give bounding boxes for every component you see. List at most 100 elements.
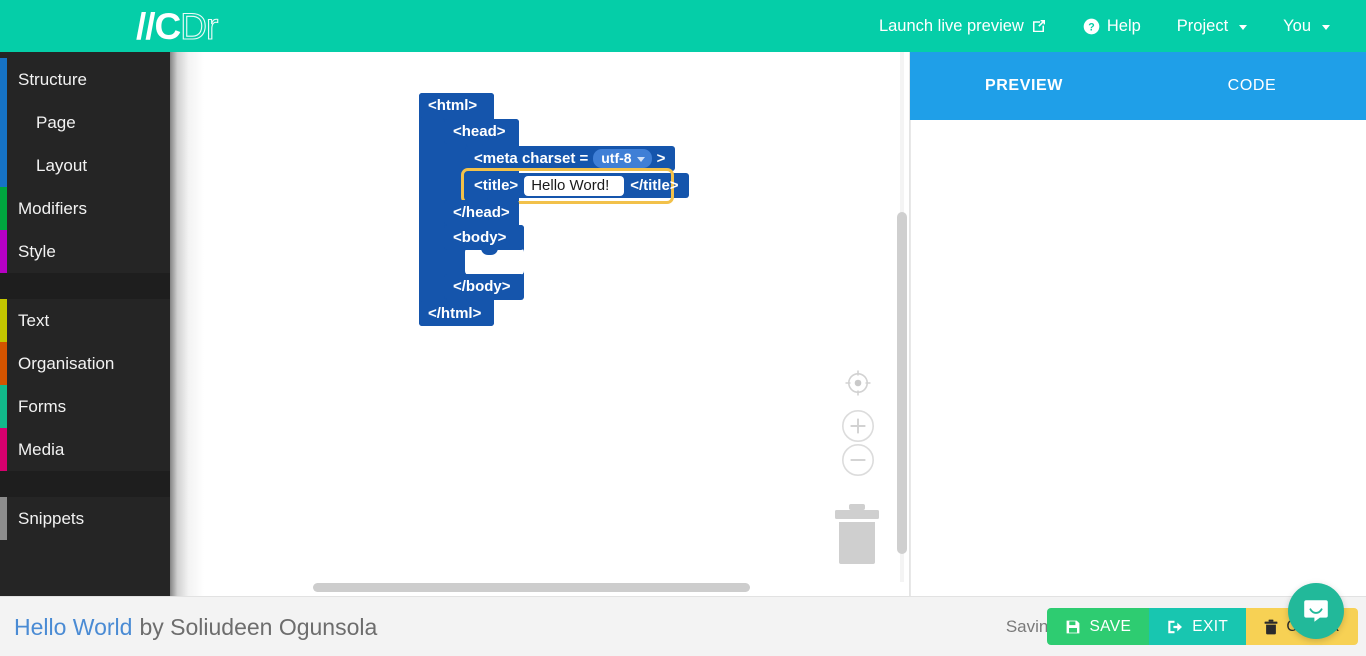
sidebar-item-label: Layout: [36, 155, 88, 175]
block-meta-close: >: [656, 150, 666, 167]
nav-launch-live-preview[interactable]: Launch live preview: [861, 0, 1065, 52]
block-html-close[interactable]: </html>: [419, 301, 494, 326]
trash-icon: [1264, 619, 1278, 635]
block-html-open[interactable]: <html>: [419, 93, 494, 118]
canvas-horizontal-scrollbar[interactable]: [313, 583, 750, 592]
save-button[interactable]: SAVE: [1047, 608, 1150, 645]
sidebar-item-page[interactable]: Page: [0, 101, 170, 144]
bottom-action-bar: Hello World by Soliudeen Ogunsola Saving…: [0, 596, 1366, 656]
sidebar-accent-bar: [0, 497, 7, 540]
block-head-open-label: <head>: [453, 123, 506, 140]
sidebar-item-modifiers[interactable]: Modifiers: [0, 187, 170, 230]
chevron-down-icon: [636, 156, 645, 162]
sidebar-item-label: Structure: [18, 69, 87, 89]
sidebar-accent-bar: [0, 58, 7, 101]
save-button-label: SAVE: [1089, 617, 1132, 635]
sidebar-item-media[interactable]: Media: [0, 428, 170, 471]
sidebar-accent-bar: [0, 101, 7, 144]
zoom-in-button[interactable]: [841, 409, 875, 443]
top-navigation: Launch live preview ? Help Project You: [861, 0, 1366, 52]
nav-help-label: Help: [1106, 16, 1141, 35]
sidebar-accent-bar: [0, 230, 7, 273]
project-title: Hello World by Soliudeen Ogunsola: [14, 597, 377, 656]
nav-help[interactable]: ? Help: [1065, 0, 1159, 52]
block-body-open-label: <body>: [453, 229, 507, 246]
sidebar-divider: [0, 471, 170, 497]
exit-button[interactable]: EXIT: [1149, 608, 1247, 645]
block-body-close[interactable]: </body>: [444, 274, 524, 299]
sidebar-item-layout[interactable]: Layout: [0, 144, 170, 187]
block-title-open: <title>: [474, 177, 519, 194]
external-link-icon: [1031, 18, 1047, 34]
canvas-trash-button[interactable]: [830, 502, 884, 564]
chevron-down-icon: [1322, 24, 1330, 30]
logo-primary-text: //C: [136, 5, 181, 47]
block-meta-label: <meta charset =: [474, 150, 589, 167]
sidebar-item-forms[interactable]: Forms: [0, 385, 170, 428]
charset-dropdown[interactable]: utf-8: [593, 149, 652, 168]
sidebar-item-style[interactable]: Style: [0, 230, 170, 273]
nav-you-label: You: [1283, 16, 1311, 35]
sidebar-item-label: Modifiers: [18, 198, 87, 218]
sidebar-accent-bar: [0, 428, 7, 471]
project-author: by Soliudeen Ogunsola: [139, 613, 378, 640]
app-logo[interactable]: //C Dr: [136, 0, 219, 52]
question-circle-icon: ?: [1083, 18, 1100, 35]
app-root: //C Dr Launch live preview ? Help Projec…: [0, 0, 1366, 656]
block-head-close-label: </head>: [453, 204, 510, 221]
title-text-input[interactable]: Hello Word!: [524, 175, 625, 196]
chevron-down-icon: [1239, 24, 1248, 30]
sidebar-item-structure[interactable]: Structure: [0, 58, 170, 101]
block-body-close-label: </body>: [453, 278, 511, 295]
left-sidebar: Structure Page Layout Modifiers Style Te…: [0, 52, 170, 596]
chat-launcher-button[interactable]: [1288, 583, 1344, 639]
sidebar-item-text[interactable]: Text: [0, 299, 170, 342]
center-canvas-icon: [845, 370, 871, 396]
sidebar-item-label: Text: [18, 310, 50, 330]
tab-preview-label: PREVIEW: [985, 77, 1063, 94]
zoom-out-icon: [842, 444, 874, 476]
block-title[interactable]: <title> Hello Word! </title>: [465, 173, 689, 198]
exit-button-label: EXIT: [1192, 617, 1229, 635]
sidebar-item-label: Style: [18, 241, 56, 261]
top-header-bar: //C Dr Launch live preview ? Help Projec…: [0, 0, 1366, 52]
sidebar-divider: [0, 273, 170, 299]
sidebar-accent-bar: [0, 144, 7, 187]
block-meta-charset[interactable]: <meta charset = utf-8 >: [465, 146, 676, 171]
block-canvas[interactable]: <html> <head> <meta charset = utf-8 > <t…: [170, 52, 910, 596]
block-head-close[interactable]: </head>: [444, 200, 519, 225]
chat-bubble-icon: [1304, 600, 1328, 622]
center-canvas-button[interactable]: [843, 368, 873, 398]
tab-code[interactable]: CODE: [1138, 52, 1366, 120]
block-body-open[interactable]: <body>: [444, 225, 524, 250]
live-preview-frame[interactable]: [910, 120, 1366, 596]
sidebar-accent-bar: [0, 299, 7, 342]
nav-project-label: Project: [1176, 16, 1229, 35]
zoom-out-button[interactable]: [841, 443, 875, 477]
trash-icon: [835, 504, 879, 564]
block-head-open[interactable]: <head>: [444, 119, 519, 144]
block-html-close-label: </html>: [428, 305, 482, 322]
sidebar-item-label: Organisation: [18, 353, 115, 373]
sidebar-item-organisation[interactable]: Organisation: [0, 342, 170, 385]
nav-you[interactable]: You: [1265, 0, 1348, 52]
floppy-disk-icon: [1065, 619, 1081, 635]
sidebar-item-label: Forms: [18, 396, 67, 416]
svg-text:?: ?: [1088, 21, 1094, 33]
project-name[interactable]: Hello World: [14, 614, 132, 641]
block-html-open-label: <html>: [428, 97, 478, 114]
tab-preview[interactable]: PREVIEW: [910, 52, 1138, 120]
sidebar-accent-bar: [0, 342, 7, 385]
sidebar-item-label: Media: [18, 439, 65, 459]
logo-secondary-text: Dr: [180, 5, 219, 47]
preview-code-tabbar: PREVIEW CODE: [910, 52, 1366, 120]
sidebar-item-snippets[interactable]: Snippets: [0, 497, 170, 540]
nav-project[interactable]: Project: [1159, 0, 1265, 52]
zoom-in-icon: [842, 410, 874, 442]
nav-launch-live-preview-label: Launch live preview: [878, 16, 1024, 35]
sidebar-item-label: Snippets: [18, 508, 85, 528]
sidebar-item-label: Page: [36, 112, 76, 132]
sidebar-accent-bar: [0, 385, 7, 428]
right-panel: PREVIEW CODE: [910, 52, 1366, 596]
canvas-vertical-scrollbar[interactable]: [897, 212, 907, 554]
